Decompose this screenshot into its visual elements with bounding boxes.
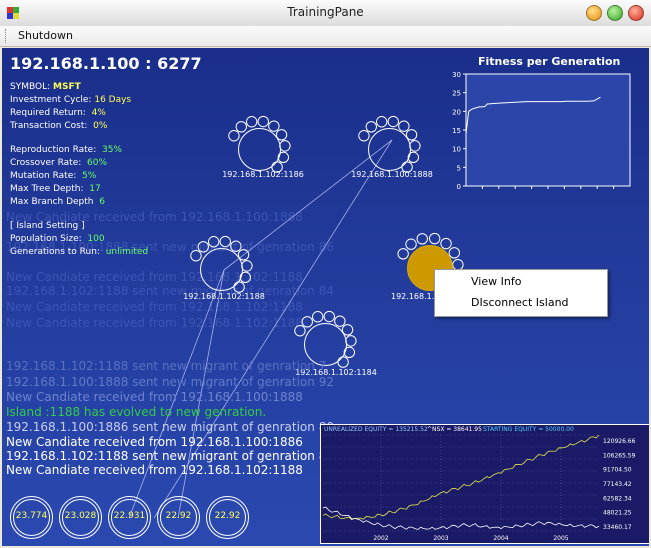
migrant-circle <box>409 140 421 152</box>
migrant-circle <box>358 130 370 142</box>
migrant-circle <box>448 247 461 259</box>
migrant-circle <box>268 120 280 132</box>
fitness-score: 22.92 <box>165 511 192 521</box>
migrant-circle <box>301 316 313 328</box>
equity-y-tick-label: 33460.17 <box>603 524 632 531</box>
migrant-circle <box>397 248 409 260</box>
fitness-y-tick-label: 25 <box>452 90 461 98</box>
window-title: TrainingPane <box>287 5 364 19</box>
equity-y-tick-label: 48021.25 <box>603 510 632 517</box>
log-line: New Candiate received from 192.168.1.102… <box>6 463 303 477</box>
equity-y-tick-label: 91704.50 <box>603 467 632 474</box>
toolbar-grip-icon[interactable] <box>5 29 8 43</box>
migrant-circle <box>294 325 306 337</box>
migrant-circle <box>398 120 410 132</box>
equity-chart: 120926.66 106265.59 91704.50 77143.42 62582.… <box>322 434 636 542</box>
equity-y-tick-label: 62582.34 <box>603 495 632 502</box>
migrant-circle <box>279 140 291 152</box>
fitness-chart-title: Fitness per Generation <box>478 55 621 68</box>
fitness-score: 22.931 <box>113 511 146 521</box>
title-bar[interactable]: TrainingPane <box>0 0 651 27</box>
log-line: New Candiate received from 192.168.1.100… <box>6 435 303 449</box>
log-line: Island :1188 has evolved to new genratio… <box>6 405 267 419</box>
fitness-score-ring: 23.028 <box>59 496 102 539</box>
fitness-plot-frame <box>465 73 631 187</box>
equity-x-tick-label: 2005 <box>553 535 568 542</box>
equity-chart-panel: UNREALIZED EQUITY = 135215.52 ^NSX = 386… <box>320 424 649 544</box>
migrant-circle <box>207 236 220 248</box>
migrant-circle <box>230 240 242 252</box>
view-info-menu-item[interactable]: View Info <box>471 275 521 288</box>
migrant-circle <box>405 238 417 250</box>
fitness-score: 22.92 <box>214 511 241 521</box>
island-node-label: 192.168.1.1 <box>391 292 440 301</box>
fitness-y-tick-label: 30 <box>452 71 461 79</box>
fitness-y-tick-label: 0 <box>457 183 461 191</box>
migrant-circle <box>228 130 240 142</box>
fitness-y-tick-label: 10 <box>452 146 461 154</box>
equity-x-tick-label: 2004 <box>493 535 508 542</box>
disconnect-island-menu-item[interactable]: DIsconnect Island <box>471 296 569 309</box>
fitness-y-tick-label: 20 <box>452 108 461 116</box>
equity-y-tick-label: 120926.66 <box>603 438 636 445</box>
migrant-circle <box>323 310 335 323</box>
migrant-circle <box>311 311 324 323</box>
fitness-score: 23.028 <box>64 511 97 521</box>
fitness-score-ring: 22.92 <box>157 496 200 539</box>
migrant-circle <box>428 232 441 245</box>
log-line: 192.168.1.102:1188 sent new migrant of g… <box>6 449 334 463</box>
migrant-circle <box>241 260 253 272</box>
minimize-button[interactable] <box>586 5 602 21</box>
island-node-label: 192.168.1.102:1188 <box>183 292 265 301</box>
log-line: New Candiate received from 192.168.1.100… <box>6 390 303 404</box>
fitness-y-tick-label: 15 <box>452 127 461 135</box>
island-node-label: 192.168.1.102:1186 <box>222 170 304 179</box>
menu-bar: Shutdown <box>0 26 651 47</box>
island-node[interactable] <box>200 248 243 291</box>
equity-x-tick-label: 2003 <box>433 535 448 542</box>
island-node[interactable] <box>238 128 281 171</box>
migrant-circle <box>345 335 357 347</box>
log-line: 192.168.1.100:1888 sent new migrant of g… <box>6 375 334 389</box>
island-context-menu: View Info DIsconnect Island <box>434 269 608 317</box>
log-line: 192.168.1.102:1188 sent new migrant of g… <box>6 359 327 373</box>
fitness-score-ring: 22.931 <box>108 496 151 539</box>
equity-x-tick-label: 2002 <box>373 535 388 542</box>
migrant-circle <box>219 235 231 248</box>
migrant-circle <box>257 115 269 128</box>
migrant-circle <box>190 250 202 262</box>
migrant-circle <box>440 237 452 250</box>
migrant-circle <box>416 233 428 245</box>
equity-y-tick-label: 77143.42 <box>603 481 632 488</box>
fitness-chart: 0 5 10 15 20 25 30 <box>452 71 631 191</box>
maximize-button[interactable] <box>607 5 623 21</box>
migrant-circle <box>235 121 247 133</box>
migrant-circle <box>365 121 377 133</box>
training-panel: New Candiate received from 192.168.1.100… <box>2 48 649 546</box>
close-button[interactable] <box>628 5 644 21</box>
shutdown-menu-item[interactable]: Shutdown <box>18 29 73 42</box>
fitness-score-ring: 22.92 <box>206 496 249 539</box>
migrant-circle <box>245 116 258 128</box>
island-node-label: 192.168.1.100:1888 <box>351 170 433 179</box>
log-line: 192.168.1.100:1886 sent new migrant of g… <box>6 420 334 434</box>
migrant-circle <box>375 116 388 128</box>
fitness-score: 23.774 <box>15 511 48 521</box>
migrant-circle <box>334 315 346 327</box>
equity-y-tick-label: 106265.59 <box>603 452 636 459</box>
fitness-y-tick-label: 5 <box>457 164 461 172</box>
migrant-circle <box>387 115 399 128</box>
migrant-circle <box>197 241 209 253</box>
fitness-score-ring: 23.774 <box>10 496 53 539</box>
island-node[interactable] <box>368 128 411 171</box>
